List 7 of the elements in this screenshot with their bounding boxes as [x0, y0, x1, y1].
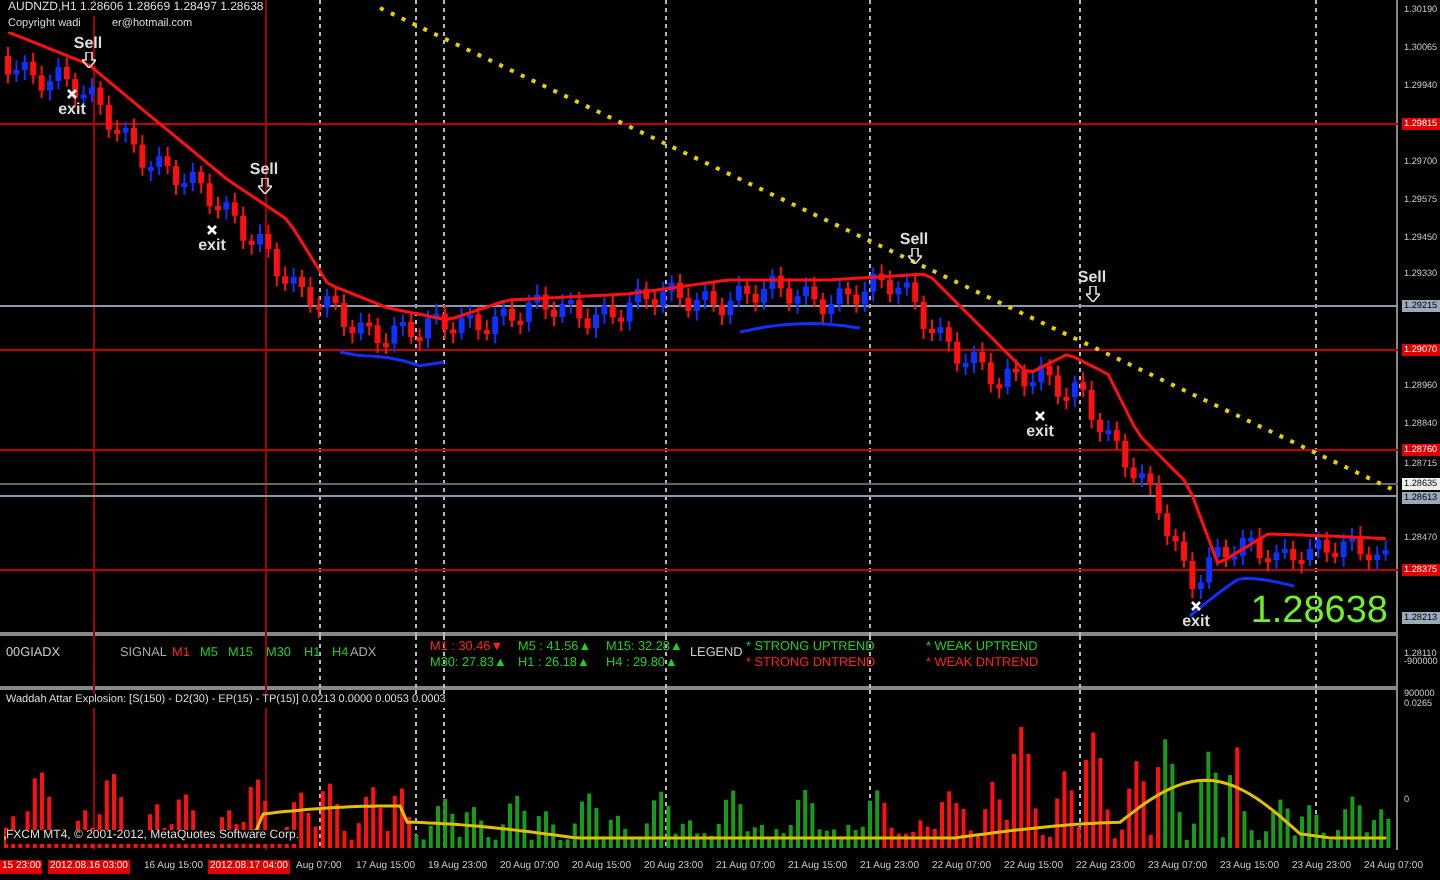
signal-label: exit	[1024, 422, 1056, 440]
signal-label: Sell	[1075, 268, 1109, 286]
signal-label: exit	[1180, 612, 1212, 630]
current-price: 1.28638	[1250, 590, 1388, 634]
signal-label: exit	[196, 236, 228, 254]
signal-label: exit	[56, 100, 88, 118]
signal-label: Sell	[897, 230, 931, 248]
